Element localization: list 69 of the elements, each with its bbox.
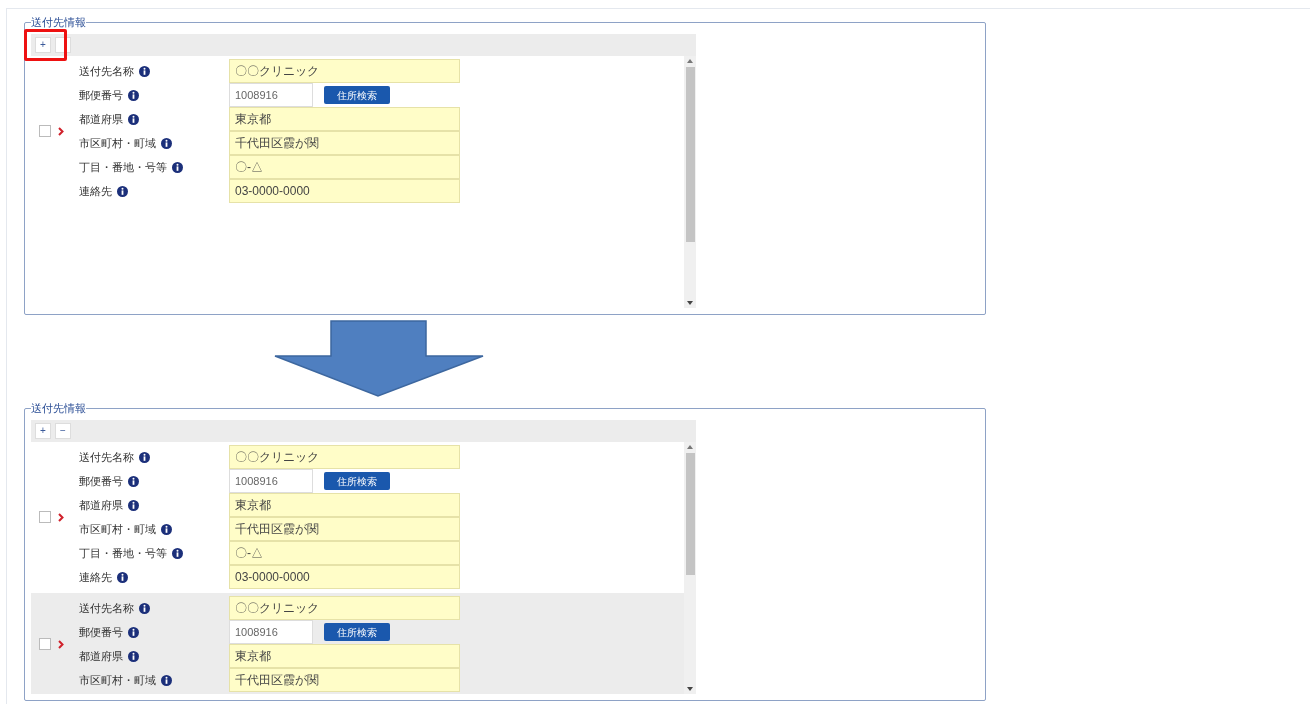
down-arrow-icon	[273, 320, 485, 397]
text-field[interactable]: 千代田区霞が関	[229, 517, 460, 541]
info-icon	[161, 674, 172, 686]
scroll-up-icon[interactable]	[687, 445, 693, 449]
field-label: 丁目・番地・号等	[79, 159, 167, 175]
chevron-right-icon[interactable]	[58, 126, 64, 136]
field-label: 郵便番号	[79, 624, 123, 640]
panel-legend: 送付先情報	[31, 403, 86, 414]
scroll-up-icon[interactable]	[687, 59, 693, 63]
chevron-right-icon[interactable]	[58, 639, 64, 649]
info-icon	[172, 161, 183, 173]
panel-legend: 送付先情報	[31, 17, 86, 28]
field-label: 都道府県	[79, 111, 123, 127]
checkbox[interactable]	[39, 125, 51, 137]
info-icon	[128, 650, 139, 662]
field-label: 連絡先	[79, 183, 112, 199]
info-icon	[139, 602, 150, 614]
postal-code-field[interactable]: 1008916	[229, 83, 313, 107]
info-icon	[161, 137, 172, 149]
text-field[interactable]: 〇〇クリニック	[229, 596, 460, 620]
field-label: 丁目・番地・号等	[79, 545, 167, 561]
chevron-right-icon[interactable]	[58, 512, 64, 522]
text-field[interactable]: 東京都	[229, 107, 460, 131]
field-label: 市区町村・町域	[79, 135, 156, 151]
info-icon	[117, 571, 128, 583]
field-label: 送付先名称	[79, 600, 134, 616]
info-icon	[161, 523, 172, 535]
info-icon	[128, 89, 139, 101]
info-icon	[139, 65, 150, 77]
info-icon	[117, 185, 128, 197]
text-field[interactable]: 03-0000-0000	[229, 565, 460, 589]
text-field[interactable]: 03-0000-0000	[229, 179, 460, 203]
scrollbar[interactable]	[684, 442, 696, 694]
text-field[interactable]: 〇-△	[229, 155, 460, 179]
text-field[interactable]: 千代田区霞が関	[229, 131, 460, 155]
field-label: 送付先名称	[79, 449, 134, 465]
postal-code-field[interactable]: 1008916	[229, 469, 313, 493]
address-search-button[interactable]: 住所検索	[324, 623, 390, 641]
postal-code-field[interactable]: 1008916	[229, 620, 313, 644]
address-search-button[interactable]: 住所検索	[324, 86, 390, 104]
field-label: 市区町村・町域	[79, 672, 156, 688]
field-label: 都道府県	[79, 497, 123, 513]
info-icon	[128, 475, 139, 487]
info-icon	[128, 499, 139, 511]
info-icon	[139, 451, 150, 463]
text-field[interactable]: 東京都	[229, 644, 460, 668]
field-label: 郵便番号	[79, 473, 123, 489]
scrollbar[interactable]	[684, 56, 696, 308]
text-field[interactable]: 千代田区霞が関	[229, 668, 460, 692]
checkbox[interactable]	[39, 511, 51, 523]
info-icon	[128, 626, 139, 638]
scroll-down-icon[interactable]	[687, 687, 693, 691]
scroll-down-icon[interactable]	[687, 301, 693, 305]
toolbar-button[interactable]: +	[35, 423, 51, 439]
toolbar-button[interactable]: −	[55, 423, 71, 439]
info-icon	[128, 113, 139, 125]
address-search-button[interactable]: 住所検索	[324, 472, 390, 490]
text-field[interactable]: 東京都	[229, 493, 460, 517]
field-label: 市区町村・町域	[79, 521, 156, 537]
checkbox[interactable]	[39, 638, 51, 650]
info-icon	[172, 547, 183, 559]
field-label: 送付先名称	[79, 63, 134, 79]
toolbar-button[interactable]: +	[35, 37, 51, 53]
text-field[interactable]: 〇〇クリニック	[229, 445, 460, 469]
field-label: 都道府県	[79, 648, 123, 664]
text-field[interactable]: 〇〇クリニック	[229, 59, 460, 83]
text-field[interactable]: 〇-△	[229, 541, 460, 565]
field-label: 連絡先	[79, 569, 112, 585]
field-label: 郵便番号	[79, 87, 123, 103]
